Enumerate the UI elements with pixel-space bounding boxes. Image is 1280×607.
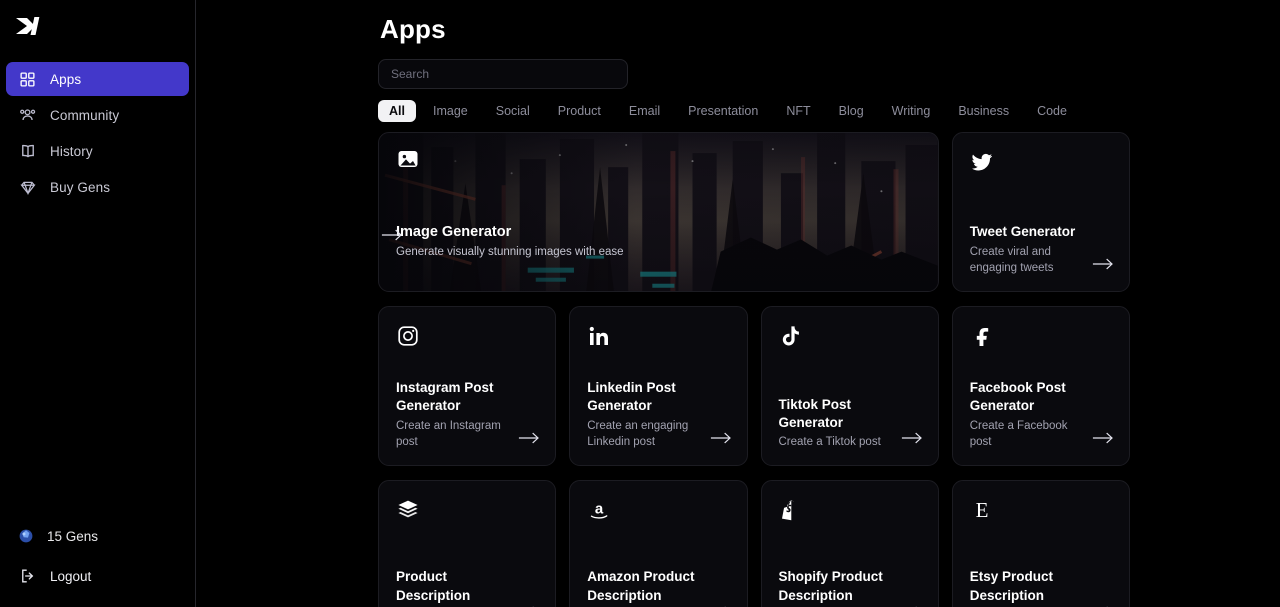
card-title: Etsy Product Description Generator [969,569,1054,607]
app-card-tweet-generator[interactable]: Tweet Generator Create viral and engagin… [951,132,1130,292]
search-input[interactable] [378,59,628,89]
card-title: Linkedin Post Generator [587,380,676,414]
diamond-icon [18,178,37,197]
gem-icon [19,529,33,543]
tab-product[interactable]: Product [547,100,612,122]
card-description: Create an Instagram post [396,419,501,449]
app-card-facebook-post-generator[interactable]: Facebook Post Generator Create a Faceboo… [951,306,1130,466]
app-card-etsy-product-description-generator[interactable]: E Etsy Product Description Generator [951,480,1130,607]
sidebar-item-buy-gens[interactable]: Buy Gens [6,170,189,204]
card-title: Facebook Post Generator [969,380,1066,414]
apps-grid: Image Generator Generate visually stunni… [378,132,1130,607]
sidebar-item-label: Apps [50,71,82,87]
facebook-icon [976,328,988,346]
sidebar-item-label: Community [50,107,120,123]
tab-presentation[interactable]: Presentation [677,100,769,122]
arrow-right-icon[interactable] [1092,257,1114,271]
card-body: Shopify Product Description Generator [779,568,921,607]
sidebar-item-apps[interactable]: Apps [6,62,189,96]
card-body: Tiktok Post Generator Create a Tiktok po… [779,396,921,451]
arrow-right-icon[interactable] [901,431,923,445]
logout-button[interactable]: Logout [6,559,189,593]
app-root: Apps Community History Buy Gens 15 Gens … [0,0,1280,607]
card-body: Image Generator Generate visually stunni… [396,223,921,261]
sidebar-item-label: History [50,143,93,159]
sidebar-nav: Apps Community History Buy Gens [0,62,195,204]
logout-icon [18,567,37,586]
card-title: Instagram Post Generator [396,380,494,414]
app-card-linkedin-post-generator[interactable]: Linkedin Post Generator Create an engagi… [569,306,748,466]
logo-wrap[interactable] [0,0,195,56]
sidebar-item-label: Buy Gens [50,179,111,195]
tab-all[interactable]: All [378,100,416,122]
card-title: Shopify Product Description Generator [778,569,883,607]
gens-balance[interactable]: 15 Gens [6,521,189,551]
tab-image[interactable]: Image [422,100,479,122]
card-body: Linkedin Post Generator Create an engagi… [587,379,729,451]
sidebar: Apps Community History Buy Gens 15 Gens … [0,0,196,607]
logout-label: Logout [50,568,92,584]
etsy-icon: E [975,498,988,522]
amazon-icon: a [591,501,608,519]
card-body: Facebook Post Generator Create a Faceboo… [970,379,1112,451]
sidebar-footer: 15 Gens Logout [0,521,195,607]
app-card-amazon-product-description-generator[interactable]: a Amazon Product Description Generator [569,480,748,607]
book-icon [18,142,37,161]
card-body: Product Description Generator [396,568,538,607]
brand-logo-icon [16,17,40,35]
tab-business[interactable]: Business [947,100,1020,122]
card-title: Tiktok Post Generator [778,396,852,431]
card-title: Image Generator [396,223,512,240]
app-card-product-description-generator[interactable]: Product Description Generator [378,480,557,607]
card-title: Product Description Generator [396,569,471,607]
app-card-instagram-post-generator[interactable]: Instagram Post Generator Create an Insta… [378,306,557,466]
instagram-icon [398,326,418,346]
svg-text:a: a [595,501,604,518]
shopify-icon [781,500,794,521]
category-tabs: All Image Social Product Email Presentat… [378,100,1130,122]
arrow-right-icon[interactable] [518,431,540,445]
card-description: Create a Tiktok post [778,436,881,449]
svg-text:E: E [975,498,988,522]
tab-code[interactable]: Code [1026,100,1078,122]
arrow-right-icon[interactable] [381,228,403,242]
card-description: Create an engaging Linkedin post [587,419,689,449]
card-body: Instagram Post Generator Create an Insta… [396,379,538,451]
users-icon [18,106,37,125]
card-body: Amazon Product Description Generator [587,568,729,607]
twitter-icon [971,153,992,171]
app-card-tiktok-post-generator[interactable]: Tiktok Post Generator Create a Tiktok po… [760,306,939,466]
tiktok-icon [782,326,799,346]
tab-email[interactable]: Email [618,100,671,122]
card-title: Tweet Generator [969,224,1076,240]
gens-label: 15 Gens [47,528,99,544]
card-description: Generate visually stunning images with e… [396,246,624,259]
tab-social[interactable]: Social [485,100,541,122]
app-card-shopify-product-description-generator[interactable]: Shopify Product Description Generator [760,480,939,607]
tab-blog[interactable]: Blog [828,100,875,122]
app-card-image-generator[interactable]: Image Generator Generate visually stunni… [378,132,939,292]
card-body: Etsy Product Description Generator [970,568,1112,607]
card-description: Create viral and engaging tweets [969,245,1054,275]
page-title: Apps [380,14,446,44]
box-stack-icon [398,500,418,518]
linkedin-icon [589,326,609,345]
sidebar-item-community[interactable]: Community [6,98,189,132]
card-body: Tweet Generator Create viral and engagin… [970,223,1112,277]
card-description: Create a Facebook post [969,419,1068,449]
tab-writing[interactable]: Writing [881,100,942,122]
card-title: Amazon Product Description Generator [587,569,695,607]
grid-icon [18,70,37,89]
main-content: Apps All Image Social Product Email Pres… [196,0,1280,607]
hero-overlay-bottom [379,133,938,291]
image-icon [398,151,418,167]
sidebar-item-history[interactable]: History [6,134,189,168]
arrow-right-icon[interactable] [1092,431,1114,445]
arrow-right-icon[interactable] [710,431,732,445]
tab-nft[interactable]: NFT [775,100,821,122]
